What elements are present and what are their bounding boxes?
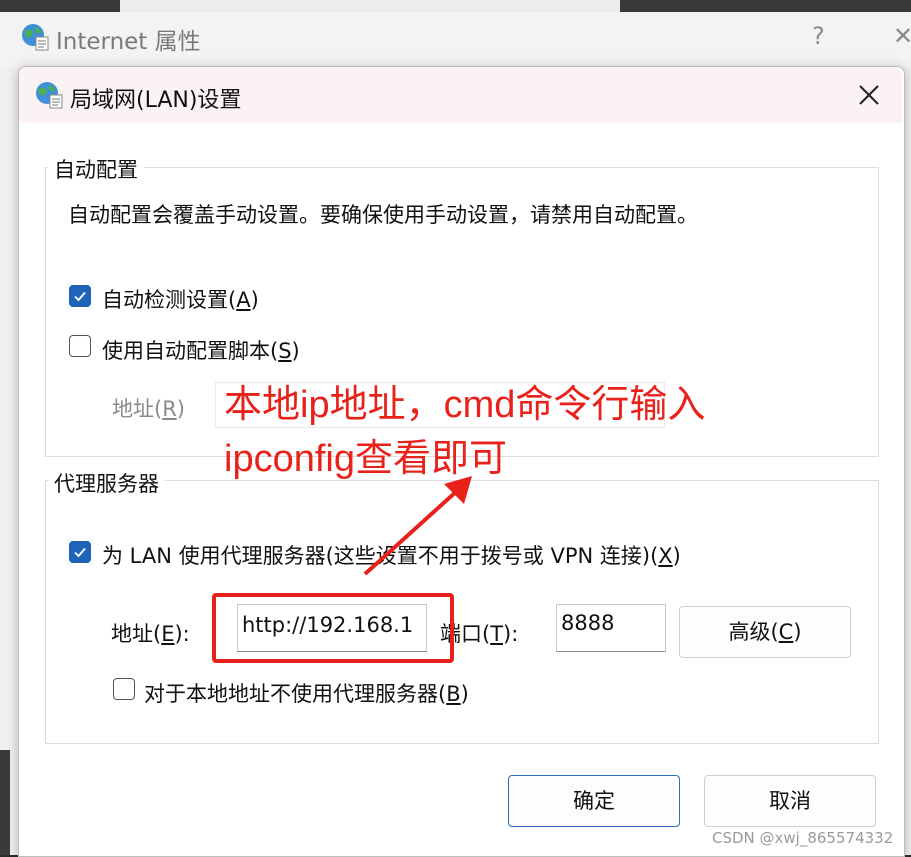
close-button[interactable]: [852, 78, 886, 112]
bypass-local-checkbox[interactable]: [113, 678, 135, 700]
use-script-label[interactable]: 使用自动配置脚本(S): [102, 335, 300, 365]
watermark: CSDN @xwj_865574332: [712, 829, 894, 847]
proxy-address-label: 地址(E):: [111, 622, 190, 646]
ok-button[interactable]: 确定: [508, 775, 680, 827]
close-icon: [859, 85, 879, 105]
auto-config-legend: 自动配置: [48, 154, 144, 184]
checkmark-icon: [74, 547, 86, 558]
proxy-legend: 代理服务器: [48, 468, 165, 498]
background-edge: [0, 750, 10, 855]
annotation-arrow-icon: [363, 476, 472, 576]
help-button[interactable]: ?: [812, 22, 825, 50]
port-input[interactable]: 8888: [556, 604, 666, 652]
background-taskbar-fragment: [620, 0, 911, 12]
globe-icon: [36, 82, 63, 109]
bypass-local-label[interactable]: 对于本地地址不使用代理服务器(B): [144, 678, 469, 708]
background-close-button[interactable]: ✕: [893, 22, 911, 50]
annotation-text-line2: ipconfig查看即可: [224, 438, 507, 480]
script-address-label: 地址(R): [112, 397, 185, 421]
annotation-highlight-box: [212, 593, 454, 663]
use-script-checkbox[interactable]: [69, 335, 91, 357]
auto-detect-checkbox[interactable]: [69, 285, 91, 307]
use-proxy-checkbox[interactable]: [69, 541, 91, 563]
background-taskbar-fragment: [0, 0, 120, 12]
auto-detect-label[interactable]: 自动检测设置(A): [102, 284, 259, 314]
checkmark-icon: [74, 291, 86, 302]
auto-config-description: 自动配置会覆盖手动设置。要确保使用手动设置，请禁用自动配置。: [68, 203, 698, 227]
advanced-button[interactable]: 高级(C): [679, 606, 851, 658]
annotation-text-line1: 本地ip地址，cmd命令行输入: [224, 384, 706, 426]
dialog-title: 局域网(LAN)设置: [70, 88, 242, 113]
globe-icon: [22, 24, 49, 51]
background-window-title: Internet 属性: [56, 29, 201, 55]
cancel-button[interactable]: 取消: [704, 775, 876, 827]
